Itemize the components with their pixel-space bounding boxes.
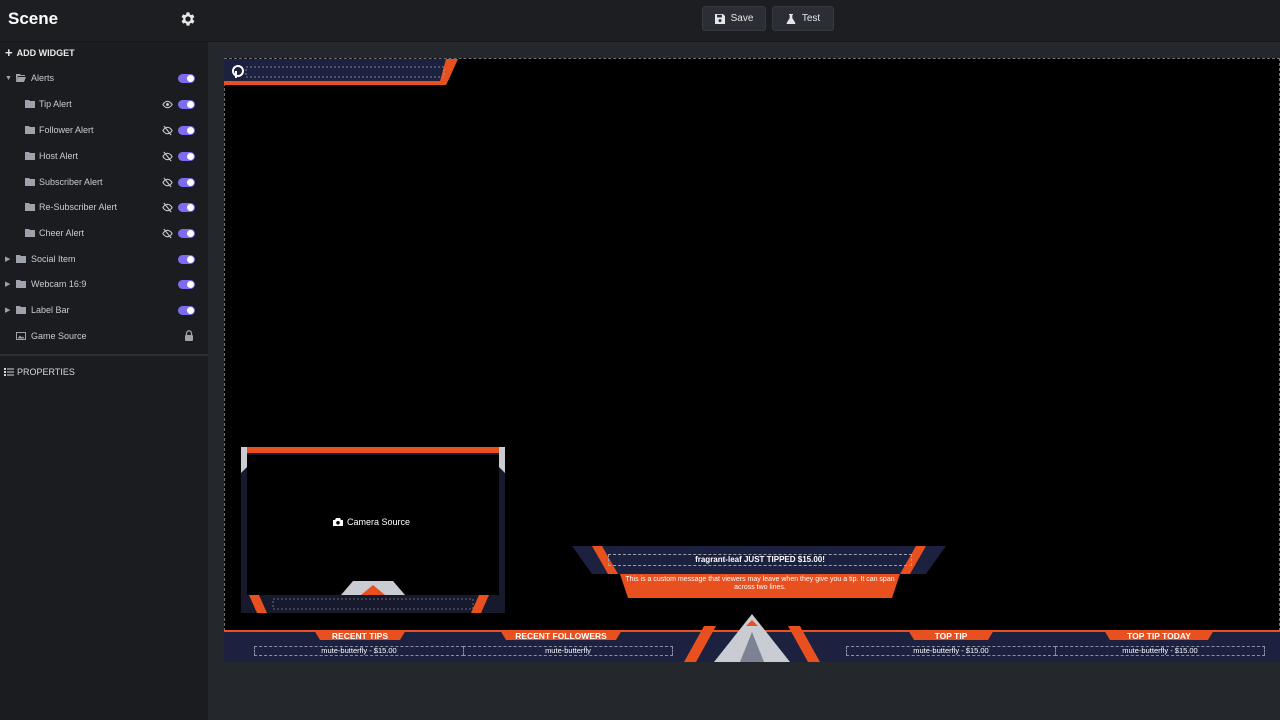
top-bar: Scene Save Test [0,0,1280,42]
folder-icon [25,203,35,211]
label-value: mute-butterfly [463,646,673,656]
eye-slash-icon[interactable] [162,125,173,136]
visibility-toggle[interactable] [178,125,195,135]
caret-right-icon[interactable]: ▶ [5,306,10,314]
test-button[interactable]: Test [772,6,834,31]
list-icon [4,368,14,376]
visibility-toggle[interactable] [178,254,195,264]
sidebar-item-label: Subscriber Alert [39,177,103,187]
visibility-toggle[interactable] [178,177,195,187]
folder-icon [25,126,35,134]
label-title: TOP TIP [934,631,968,641]
folder-icon [16,255,26,263]
sidebar-item-subscriber-alert[interactable]: Subscriber Alert [0,172,208,192]
alert-message: This is a custom message that viewers ma… [625,576,895,591]
label-title: TOP TIP TODAY [1127,631,1191,641]
alert-title: fragrant-leaf JUST TIPPED $15.00! [608,554,912,566]
sidebar-item-label: Label Bar [31,305,70,315]
folder-open-icon [16,74,26,82]
plus-icon: + [5,45,13,60]
folder-icon [16,306,26,314]
gear-icon[interactable] [179,10,197,28]
eye-slash-icon[interactable] [162,202,173,213]
eye-icon[interactable] [162,99,173,110]
eye-slash-icon[interactable] [162,177,173,188]
page-title: Scene [8,9,59,28]
properties-header: PROPERTIES [4,367,75,377]
sidebar-item-tip-alert[interactable]: Tip Alert [0,94,208,114]
save-button[interactable]: Save [702,6,766,31]
save-label: Save [730,13,754,24]
flask-icon [786,13,796,24]
folder-icon [25,229,35,237]
sidebar-item-label: Webcam 16:9 [31,279,87,289]
sidebar-item-label: Alerts [31,73,55,83]
sidebar-item-label: Host Alert [39,151,79,161]
label-title: RECENT FOLLOWERS [515,631,607,641]
test-label: Test [801,13,821,24]
sidebar-item-label: Social Item [31,254,76,264]
sidebar-item-label: Game Source [31,331,87,341]
visibility-toggle[interactable] [178,73,195,83]
sidebar-item-label: Re-Subscriber Alert [39,202,118,212]
social-item-widget[interactable] [224,59,458,85]
sidebar-item-host-alert[interactable]: Host Alert [0,146,208,166]
add-widget-label: ADD WIDGET [16,48,75,58]
caret-right-icon[interactable]: ▶ [5,280,10,288]
camera-icon [333,518,343,526]
camera-source-label: Camera Source [333,517,410,527]
floppy-icon [714,13,725,24]
add-widget-button[interactable]: + ADD WIDGET [5,45,75,60]
folder-icon [25,178,35,186]
sidebar-item-alerts[interactable]: ▼ Alerts [0,68,208,88]
label-value: mute-butterfly - $15.00 [1055,646,1265,656]
sidebar-item-label: Tip Alert [39,99,72,109]
folder-icon [25,100,35,108]
sidebar-item-social-item[interactable]: ▶ Social Item [0,249,208,269]
properties-label: PROPERTIES [17,367,75,377]
sidebar-item-label: Follower Alert [39,125,94,135]
visibility-toggle[interactable] [178,279,195,289]
sidebar-item-follower-alert[interactable]: Follower Alert [0,120,208,140]
sidebar-item-webcam[interactable]: ▶ Webcam 16:9 [0,274,208,294]
sidebar: + ADD WIDGET ▼ Alerts Tip Alert Follower… [0,42,208,720]
sidebar-item-resubscriber-alert[interactable]: Re-Subscriber Alert [0,197,208,217]
eye-slash-icon[interactable] [162,228,173,239]
label-value: mute-butterfly - $15.00 [254,646,464,656]
sidebar-item-label-bar[interactable]: ▶ Label Bar [0,300,208,320]
sidebar-item-cheer-alert[interactable]: Cheer Alert [0,223,208,243]
sidebar-divider[interactable] [0,354,208,356]
folder-icon [25,152,35,160]
eye-slash-icon[interactable] [162,151,173,162]
caret-right-icon[interactable]: ▶ [5,255,10,263]
caret-down-icon[interactable]: ▼ [5,75,12,82]
image-icon [16,332,26,340]
visibility-toggle[interactable] [178,99,195,109]
folder-icon [16,280,26,288]
sidebar-item-label: Cheer Alert [39,228,85,238]
visibility-toggle[interactable] [178,228,195,238]
label-value: mute-butterfly - $15.00 [846,646,1056,656]
lock-icon[interactable] [184,330,194,341]
visibility-toggle[interactable] [178,151,195,161]
label-title: RECENT TIPS [331,631,389,641]
webcam-frame[interactable] [241,447,505,613]
visibility-toggle[interactable] [178,202,195,212]
sidebar-item-game-source[interactable]: Game Source [0,326,208,346]
visibility-toggle[interactable] [178,305,195,315]
